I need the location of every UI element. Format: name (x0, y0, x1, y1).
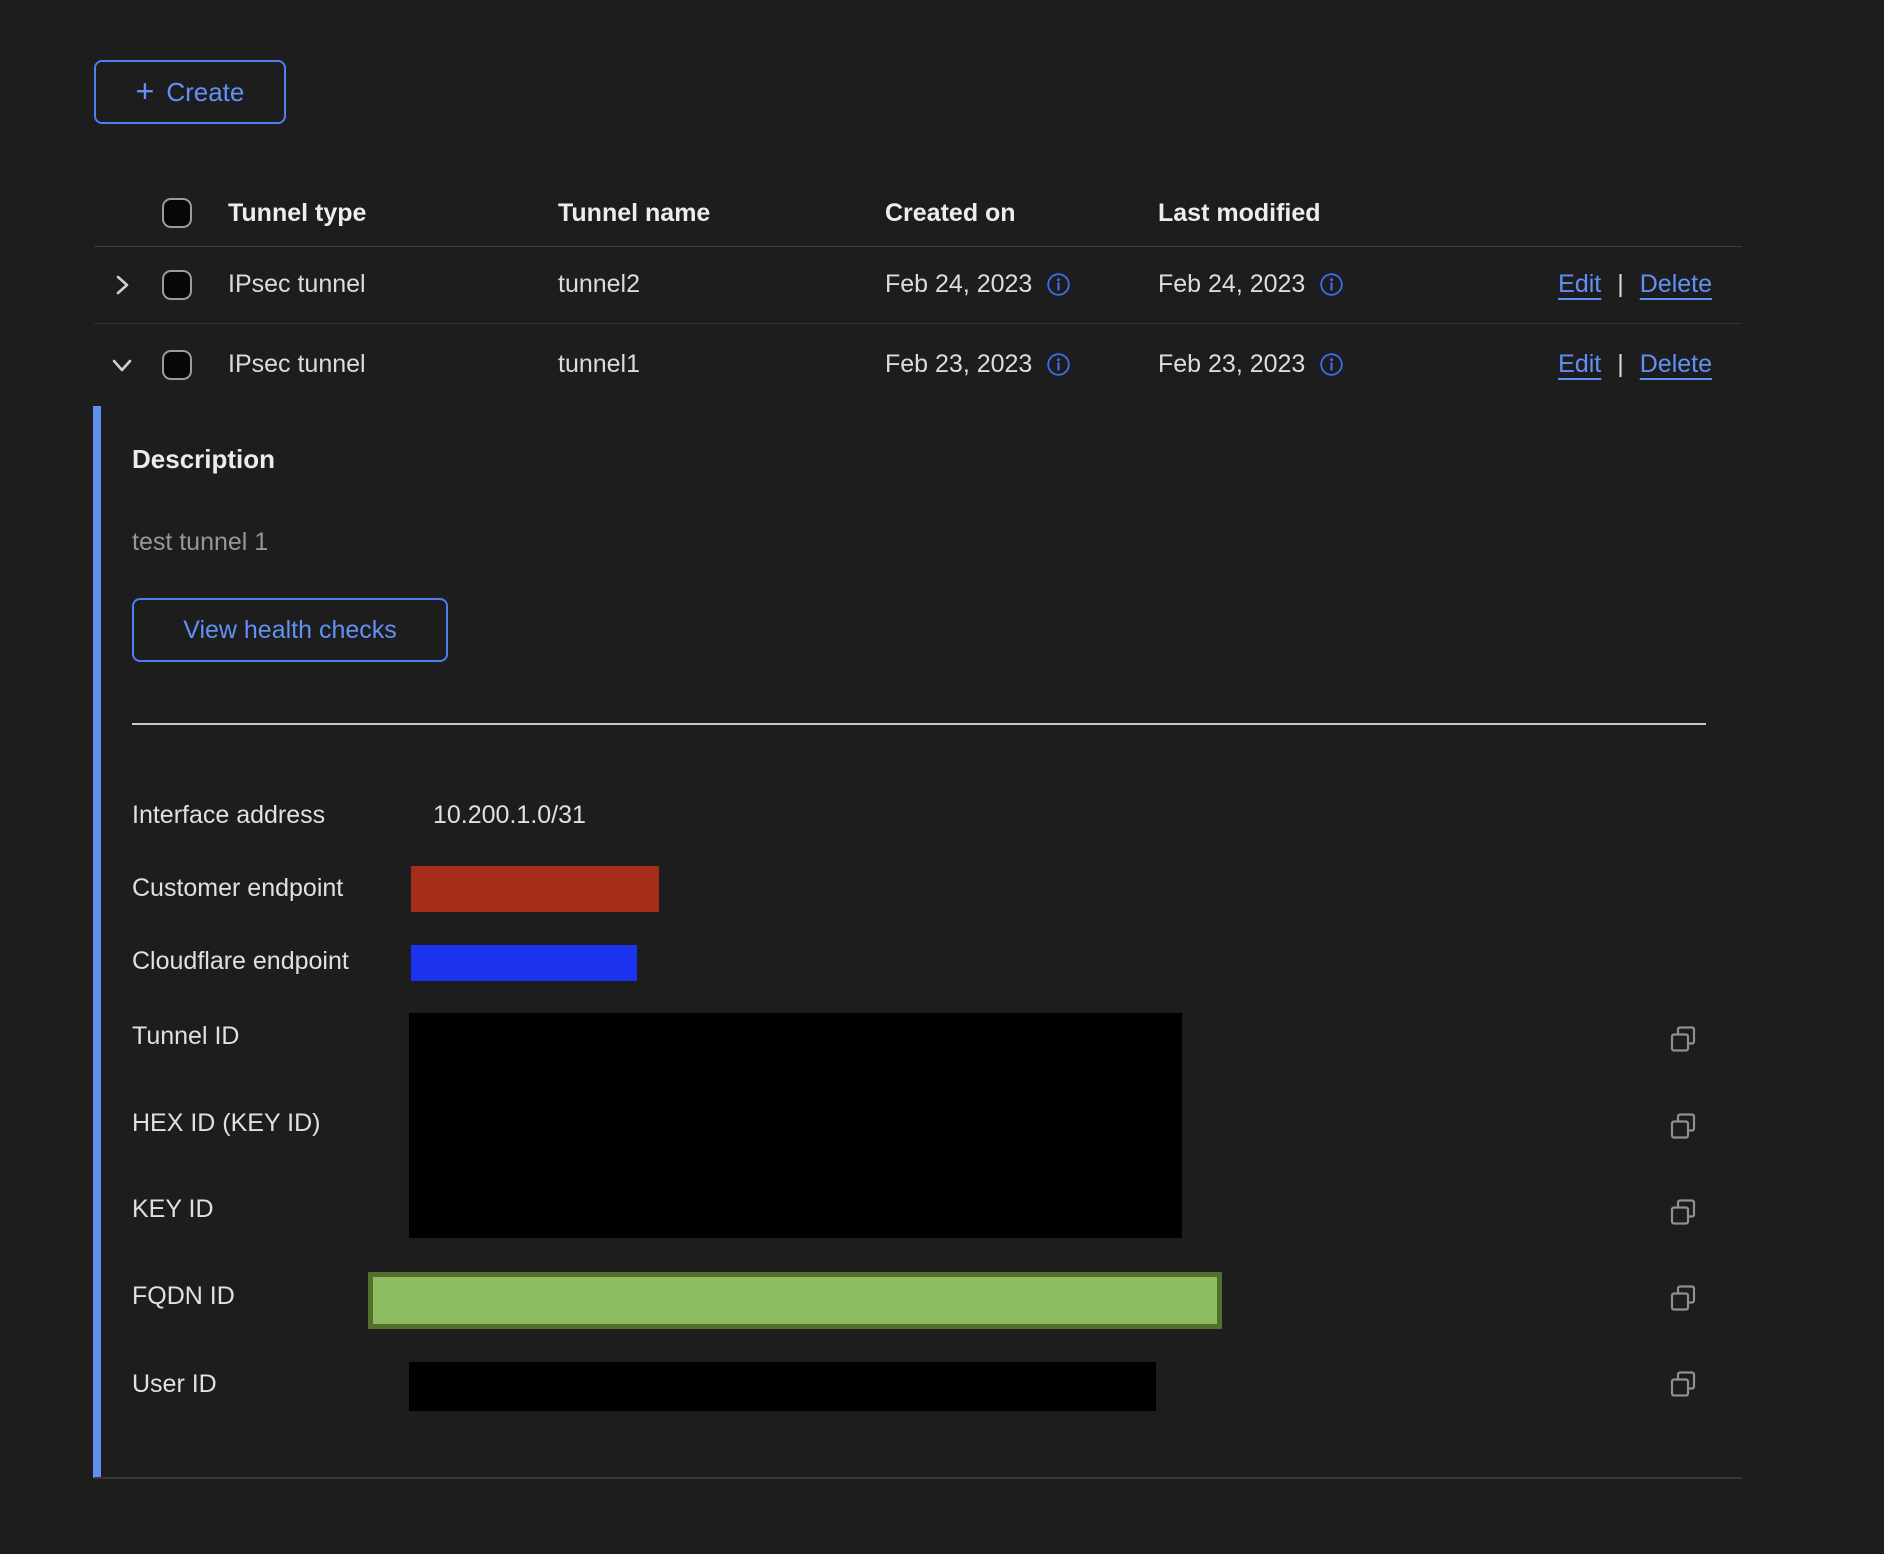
table-row-tunnel1: IPsec tunnel tunnel1 Feb 23, 2023 Feb 23… (94, 323, 1742, 406)
created-on-date: Feb 24, 2023 (885, 270, 1032, 299)
plus-icon: + (136, 75, 155, 107)
tunnel-hex-key-id-redaction (409, 1013, 1182, 1238)
row-checkbox[interactable] (162, 350, 192, 380)
copy-icon (1668, 1024, 1698, 1054)
ipsec-tunnels-page: + Create Tunnel type Tunnel name Created… (0, 0, 1884, 1554)
delete-link[interactable]: Delete (1640, 270, 1712, 299)
description-text: test tunnel 1 (132, 528, 268, 557)
last-modified-cell: Feb 23, 2023 (1158, 323, 1344, 406)
row-checkbox[interactable] (162, 270, 192, 300)
created-on-cell: Feb 24, 2023 (885, 246, 1071, 323)
description-heading: Description (132, 444, 275, 475)
tunnel-name-cell: tunnel1 (558, 323, 640, 406)
table-header: Tunnel type Tunnel name Created on Last … (94, 180, 1742, 246)
fqdn-id-label: FQDN ID (132, 1282, 235, 1311)
info-icon[interactable] (1319, 272, 1344, 297)
tunnel-name-cell: tunnel2 (558, 246, 640, 323)
copy-icon (1668, 1283, 1698, 1313)
copy-icon (1668, 1197, 1698, 1227)
hex-id-label: HEX ID (KEY ID) (132, 1109, 320, 1138)
table-row-tunnel2: IPsec tunnel tunnel2 Feb 24, 2023 Feb 24… (94, 246, 1742, 323)
copy-hex-id-button[interactable] (1666, 1110, 1700, 1144)
info-icon[interactable] (1319, 352, 1344, 377)
copy-user-id-button[interactable] (1666, 1368, 1700, 1402)
last-modified-date: Feb 23, 2023 (1158, 350, 1305, 379)
created-on-date: Feb 23, 2023 (885, 350, 1032, 379)
copy-key-id-button[interactable] (1666, 1196, 1700, 1230)
customer-endpoint-label: Customer endpoint (132, 874, 343, 903)
action-separator: | (1617, 270, 1624, 299)
fqdn-id-redaction (368, 1272, 1222, 1329)
user-id-redaction (409, 1362, 1156, 1411)
edit-link[interactable]: Edit (1558, 350, 1601, 379)
tunnel-type-cell: IPsec tunnel (228, 246, 366, 323)
column-header-created-on: Created on (885, 180, 1016, 246)
collapse-chevron-down-icon[interactable] (100, 323, 144, 406)
tunnel-type-cell: IPsec tunnel (228, 323, 366, 406)
create-button[interactable]: + Create (94, 60, 286, 124)
column-header-tunnel-type: Tunnel type (228, 180, 366, 246)
tunnel-id-label: Tunnel ID (132, 1022, 239, 1051)
detail-section-divider (132, 723, 1706, 725)
key-id-label: KEY ID (132, 1195, 214, 1224)
expand-chevron-right-icon[interactable] (100, 246, 144, 323)
copy-icon (1668, 1369, 1698, 1399)
select-all-checkbox[interactable] (162, 198, 192, 228)
interface-address-label: Interface address (132, 801, 325, 830)
cloudflare-endpoint-redaction (411, 945, 637, 981)
view-health-checks-button[interactable]: View health checks (132, 598, 448, 662)
customer-endpoint-redaction (411, 866, 659, 912)
panel-bottom-divider (94, 1477, 1742, 1479)
last-modified-cell: Feb 24, 2023 (1158, 246, 1344, 323)
info-icon[interactable] (1046, 352, 1071, 377)
column-header-tunnel-name: Tunnel name (558, 180, 710, 246)
column-header-last-modified: Last modified (1158, 180, 1321, 246)
expanded-row-indicator-bar (93, 406, 101, 1478)
copy-fqdn-id-button[interactable] (1666, 1282, 1700, 1316)
user-id-label: User ID (132, 1370, 217, 1399)
create-button-label: Create (166, 77, 244, 108)
action-separator: | (1617, 350, 1624, 379)
copy-icon (1668, 1111, 1698, 1141)
delete-link[interactable]: Delete (1640, 350, 1712, 379)
info-icon[interactable] (1046, 272, 1071, 297)
interface-address-value: 10.200.1.0/31 (433, 801, 586, 830)
copy-tunnel-id-button[interactable] (1666, 1023, 1700, 1057)
edit-link[interactable]: Edit (1558, 270, 1601, 299)
created-on-cell: Feb 23, 2023 (885, 323, 1071, 406)
last-modified-date: Feb 24, 2023 (1158, 270, 1305, 299)
cloudflare-endpoint-label: Cloudflare endpoint (132, 947, 349, 976)
